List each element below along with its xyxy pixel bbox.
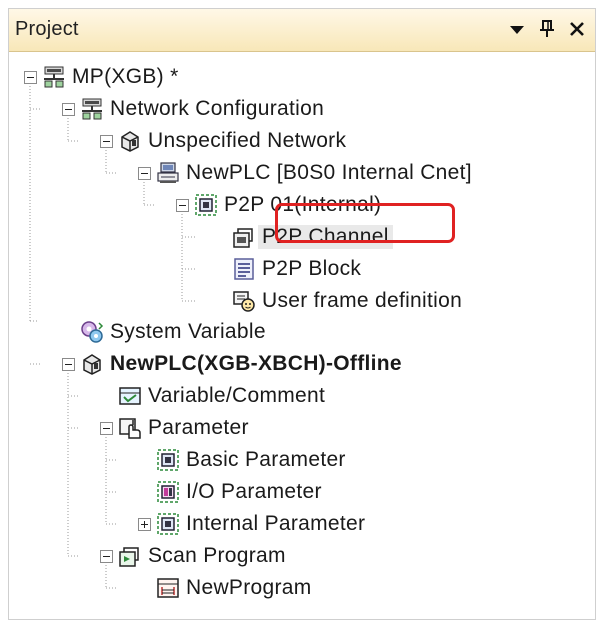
- tree-node-newplc-cnet[interactable]: NewPLC [B0S0 Internal Cnet]: [138, 158, 472, 188]
- tree-node-label: System Variable: [110, 320, 266, 343]
- dropdown-arrow-icon[interactable]: [505, 17, 529, 41]
- tree-node-newplc-offline[interactable]: NewPLC(XGB-XBCH)-Offline: [62, 349, 402, 379]
- tree-node-label: MP(XGB) *: [72, 65, 179, 88]
- tree-node-p2p-block[interactable]: P2P Block: [214, 254, 361, 284]
- tree-node-label: P2P Channel: [258, 225, 393, 249]
- collapse-toggle[interactable]: [24, 70, 37, 84]
- close-icon[interactable]: [565, 17, 589, 41]
- panel-title: Project: [15, 18, 79, 40]
- pin-icon[interactable]: [535, 17, 559, 41]
- tree-node-parameter[interactable]: Parameter: [100, 413, 249, 443]
- tree-node-label: Scan Program: [148, 544, 286, 567]
- parameter-icon: [156, 448, 180, 472]
- variable-icon: [118, 384, 142, 408]
- collapse-toggle[interactable]: [138, 166, 151, 180]
- project-panel: Project MP(XGB) * Network Configuration …: [8, 8, 596, 620]
- tree-node-label: NewPLC(XGB-XBCH)-Offline: [110, 352, 402, 375]
- hand-icon: [118, 416, 142, 440]
- collapse-toggle[interactable]: [100, 421, 113, 435]
- tree-node-label: NewPLC [B0S0 Internal Cnet]: [186, 161, 472, 184]
- system-variable-icon: [80, 320, 104, 344]
- tree-node-unspecified-network[interactable]: Unspecified Network: [100, 126, 346, 156]
- tree-node-label: User frame definition: [262, 289, 463, 312]
- tree-node-label: I/O Parameter: [186, 480, 322, 503]
- tree-node-label: Parameter: [148, 416, 249, 439]
- tree-node-internal-parameter[interactable]: Internal Parameter: [138, 509, 365, 539]
- scan-program-icon: [118, 544, 142, 568]
- tree-node-label: Basic Parameter: [186, 448, 346, 471]
- tree-node-label: P2P Block: [262, 257, 362, 280]
- tree-node-label: P2P 01(Internal): [224, 193, 382, 216]
- tree-node-label: Variable/Comment: [148, 384, 326, 407]
- plc-icon: [156, 161, 180, 185]
- tree-node-p2p-channel[interactable]: P2P Channel: [214, 222, 393, 252]
- tree-node-scan-program[interactable]: Scan Program: [100, 541, 286, 571]
- tree-node-io-parameter[interactable]: I/O Parameter: [138, 477, 322, 507]
- collapse-toggle[interactable]: [62, 357, 75, 371]
- collapse-toggle[interactable]: [100, 134, 113, 148]
- collapse-toggle[interactable]: [100, 549, 113, 563]
- expand-toggle[interactable]: [138, 517, 151, 531]
- frame-icon: [232, 289, 256, 313]
- parameter-icon: [156, 512, 180, 536]
- module-icon: [194, 193, 218, 217]
- tree-node-label: NewProgram: [186, 576, 312, 599]
- cube-icon: [118, 129, 142, 153]
- program-icon: [156, 576, 180, 600]
- tree-node-mp-xgb[interactable]: MP(XGB) *: [24, 62, 179, 92]
- tree-node-label: Network Configuration: [110, 97, 325, 120]
- cube-icon: [80, 352, 104, 376]
- io-parameter-icon: [156, 480, 180, 504]
- collapse-toggle[interactable]: [62, 102, 75, 116]
- collapse-toggle[interactable]: [176, 198, 189, 212]
- project-tree: MP(XGB) * Network Configuration Unspecif…: [9, 51, 595, 619]
- tree-node-variable-comment[interactable]: Variable/Comment: [100, 381, 325, 411]
- panel-titlebar: Project: [9, 9, 595, 52]
- network-icon: [80, 97, 104, 121]
- tree-node-p2p-01[interactable]: P2P 01(Internal): [176, 190, 381, 220]
- tree-node-system-variable[interactable]: System Variable: [62, 317, 266, 347]
- tree-node-network-configuration[interactable]: Network Configuration: [62, 94, 324, 124]
- tree-node-newprogram[interactable]: NewProgram: [138, 573, 312, 603]
- tree-node-label: Internal Parameter: [186, 512, 366, 535]
- tree-node-label: Unspecified Network: [148, 129, 347, 152]
- network-icon: [42, 65, 66, 89]
- channel-icon: [232, 225, 256, 249]
- block-list-icon: [232, 257, 256, 281]
- tree-node-user-frame-definition[interactable]: User frame definition: [214, 286, 462, 316]
- tree-node-basic-parameter[interactable]: Basic Parameter: [138, 445, 346, 475]
